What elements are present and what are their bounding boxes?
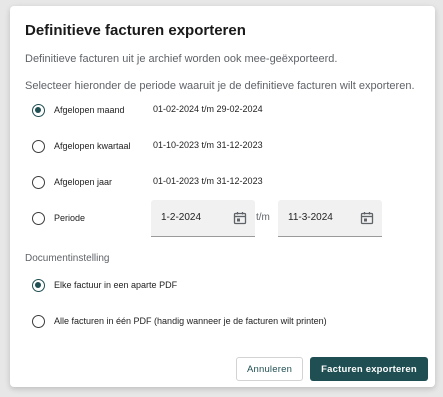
period-option-label: Afgelopen kwartaal <box>54 141 131 151</box>
period-option-last-year[interactable]: Afgelopen jaar <box>32 172 112 192</box>
date-to-value: 11-3-2024 <box>288 212 333 223</box>
doc-option-separate-pdf[interactable]: Elke factuur in een aparte PDF <box>32 275 177 295</box>
period-option-custom[interactable]: Periode <box>32 208 85 228</box>
period-option-last-quarter[interactable]: Afgelopen kwartaal <box>32 136 131 156</box>
calendar-icon[interactable] <box>360 211 374 225</box>
period-option-label: Afgelopen maand <box>54 105 125 115</box>
date-from-value: 1-2-2024 <box>161 212 202 223</box>
export-invoices-button[interactable]: Facturen exporteren <box>310 357 428 381</box>
date-from-field[interactable]: 1-2-2024 <box>151 200 255 237</box>
doc-option-label: Elke factuur in een aparte PDF <box>54 280 178 290</box>
period-option-label: Afgelopen jaar <box>54 177 113 187</box>
radio-checked-icon[interactable] <box>32 278 45 292</box>
cancel-button[interactable]: Annuleren <box>236 357 303 381</box>
period-option-label: Periode <box>54 213 86 223</box>
period-range-text: 01-10-2023 t/m 31-12-2023 <box>153 140 263 150</box>
radio-unchecked-icon[interactable] <box>32 175 45 189</box>
period-option-last-month[interactable]: Afgelopen maand <box>32 100 125 120</box>
radio-checked-icon[interactable] <box>32 103 45 117</box>
calendar-icon[interactable] <box>233 211 247 225</box>
dialog-title: Definitieve facturen exporteren <box>25 22 246 39</box>
doc-option-label: Alle facturen in één PDF (handig wanneer… <box>54 316 327 326</box>
doc-option-single-pdf[interactable]: Alle facturen in één PDF (handig wanneer… <box>32 311 327 331</box>
period-range-text: 01-02-2024 t/m 29-02-2024 <box>153 104 263 114</box>
document-setting-heading: Documentinstelling <box>25 253 110 264</box>
dialog-intro-text: Definitieve facturen uit je archief word… <box>25 53 338 65</box>
radio-unchecked-icon[interactable] <box>32 211 45 225</box>
radio-unchecked-icon[interactable] <box>32 139 45 153</box>
date-to-field[interactable]: 11-3-2024 <box>278 200 382 237</box>
export-dialog: Definitieve facturen exporteren Definiti… <box>10 6 435 387</box>
period-range-text: 01-01-2023 t/m 31-12-2023 <box>153 176 263 186</box>
dialog-instruction-text: Selecteer hieronder de periode waaruit j… <box>25 80 415 92</box>
date-range-separator: t/m <box>256 212 270 223</box>
radio-unchecked-icon[interactable] <box>32 314 45 328</box>
